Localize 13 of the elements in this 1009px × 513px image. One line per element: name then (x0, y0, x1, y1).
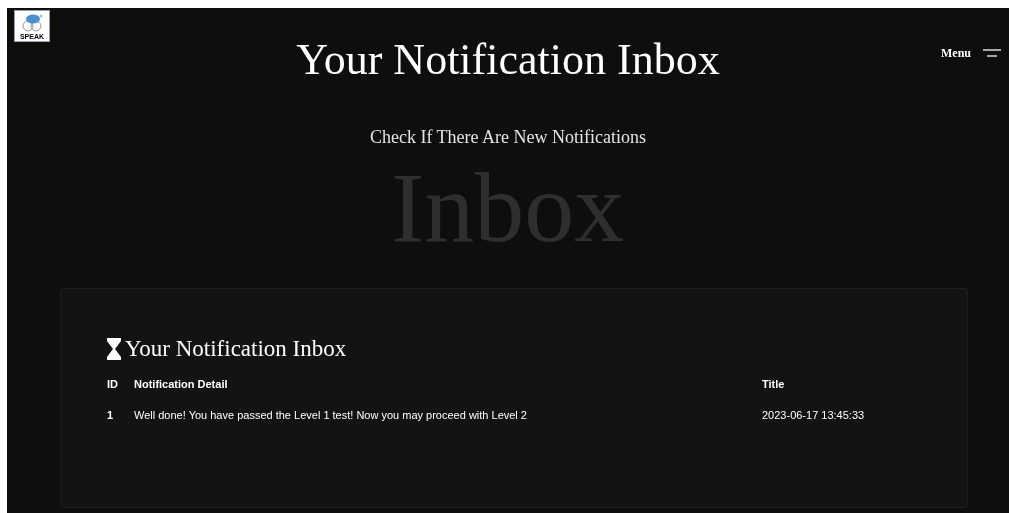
column-header: ID (107, 378, 118, 390)
column-header: Title (762, 378, 785, 390)
table-cell: 2023-06-17 13:45:33 (762, 408, 865, 421)
table-cell: Well done! You have passed the Level 1 test! Now you may proceed with Level 2 (134, 408, 527, 421)
page-subtitle: Check If There Are New Notifications (369, 128, 647, 146)
card-heading: Your Notification Inbox (125, 337, 347, 360)
page-title: Your Notification Inbox (296, 38, 720, 82)
speech-bubbles-icon (20, 13, 44, 33)
column-header: Notification Detail (134, 378, 228, 390)
menu-icon (983, 49, 1001, 57)
menu-button[interactable]: Menu (941, 44, 1001, 62)
hourglass-icon (107, 337, 121, 360)
table-cell: 1 (107, 408, 114, 421)
